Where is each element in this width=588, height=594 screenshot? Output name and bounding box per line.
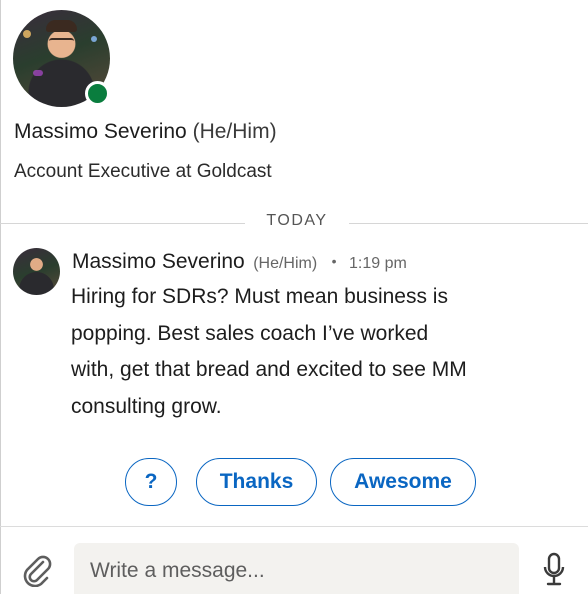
quick-reply-awesome-button[interactable]: Awesome <box>330 458 476 506</box>
divider-line-left <box>0 223 245 224</box>
online-status-indicator <box>85 81 110 106</box>
left-edge-border <box>0 0 1 594</box>
message-sender-name[interactable]: Massimo Severino <box>72 250 245 273</box>
message-sender-avatar[interactable] <box>13 248 60 295</box>
day-divider-label: TODAY <box>266 212 328 229</box>
message-separator: • <box>331 253 337 269</box>
profile-name[interactable]: Massimo Severino (He/Him) <box>14 120 277 144</box>
paperclip-icon[interactable] <box>20 553 54 588</box>
message-header: Massimo Severino (He/Him) • 1:19 pm <box>72 250 407 274</box>
profile-pronouns: (He/Him) <box>192 120 277 143</box>
quick-reply-thanks-button[interactable]: Thanks <box>196 458 317 506</box>
message-line: with, get that bread and excited to see … <box>71 358 467 381</box>
profile-avatar[interactable] <box>13 10 110 107</box>
message-line: popping. Best sales coach I’ve worked <box>71 321 429 345</box>
microphone-icon[interactable] <box>543 552 565 588</box>
profile-headline: Account Executive at Goldcast <box>14 161 272 182</box>
message-sender-pronouns: (He/Him) <box>253 255 318 272</box>
message-body: Hiring for SDRs? Must mean business is p… <box>71 279 571 425</box>
message-line: Hiring for SDRs? Must mean business is <box>71 285 448 308</box>
composer-divider <box>0 526 588 527</box>
message-timestamp: 1:19 pm <box>349 255 407 272</box>
message-input[interactable] <box>74 543 519 594</box>
divider-line-right <box>349 223 588 224</box>
quick-reply-question-button[interactable]: ? <box>125 458 177 506</box>
profile-name-text: Massimo Severino <box>14 120 187 143</box>
message-line: consulting grow. <box>71 394 222 418</box>
